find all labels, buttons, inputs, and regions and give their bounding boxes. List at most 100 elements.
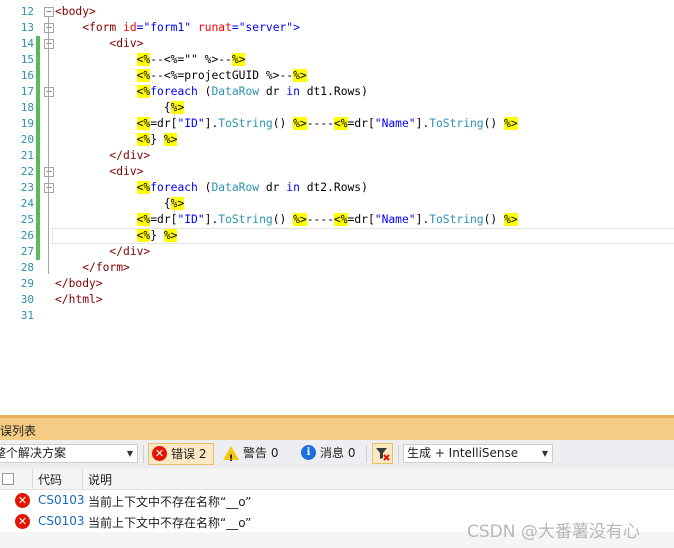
- error-description: 当前上下文中不存在名称“__o”: [88, 516, 252, 530]
- code-text: <form id="form1" runat="server">: [55, 20, 300, 36]
- error-icon: ✕: [152, 446, 167, 461]
- change-marker: [36, 116, 40, 132]
- code-line[interactable]: 23− <%foreach (DataRow dr in dt2.Rows): [0, 180, 674, 196]
- code-token: %>: [293, 69, 307, 82]
- code-text: <%} %>: [55, 228, 178, 244]
- code-token: %>: [504, 213, 518, 226]
- code-line[interactable]: 13− <form id="form1" runat="server">: [0, 20, 674, 36]
- code-token: <%: [136, 229, 151, 242]
- line-number: 29: [20, 277, 34, 290]
- table-row[interactable]: ✕ CS0103 当前上下文中不存在名称“__o”: [0, 490, 674, 511]
- code-line[interactable]: 12− <body>: [0, 4, 674, 20]
- code-text: {%>: [55, 196, 185, 212]
- code-line[interactable]: 29 </body>: [0, 276, 674, 292]
- warnings-filter-button[interactable]: ! 警告 0: [220, 443, 290, 465]
- code-editor[interactable]: 12−<body>13− <form id="form1" runat="ser…: [0, 0, 674, 415]
- error-list-title-bar[interactable]: 误列表: [0, 415, 674, 440]
- toolbar-divider: [143, 445, 144, 463]
- line-number: 20: [20, 133, 34, 146]
- error-code-link[interactable]: CS0103: [38, 514, 85, 528]
- code-token: (): [272, 117, 294, 130]
- code-line[interactable]: 22− <div>: [0, 164, 674, 180]
- code-token: >: [293, 21, 300, 34]
- code-line[interactable]: 19 <%=dr["ID"].ToString() %>----<%=dr["N…: [0, 116, 674, 132]
- code-token: ----: [306, 213, 334, 226]
- chevron-down-icon: ▼: [126, 449, 133, 458]
- column-header-description[interactable]: 说明: [88, 471, 112, 488]
- change-marker: [36, 244, 40, 260]
- code-token: foreach: [150, 85, 198, 98]
- line-number: 19: [20, 117, 34, 130]
- code-line[interactable]: 16 <%--<%=projectGUID %>--%>: [0, 68, 674, 84]
- code-token: "Name": [374, 213, 416, 226]
- warning-icon: !: [223, 445, 239, 464]
- change-marker: [36, 196, 40, 212]
- code-token: --<%=projectGUID %>--: [150, 69, 294, 82]
- collapse-icon[interactable]: −: [44, 167, 54, 177]
- line-number: 22: [20, 165, 34, 178]
- code-token: <div>: [109, 165, 144, 178]
- select-all-checkbox[interactable]: [2, 473, 14, 485]
- code-text: </form>: [55, 260, 130, 276]
- code-line[interactable]: 14− <div>: [0, 36, 674, 52]
- code-line[interactable]: 21 </div>: [0, 148, 674, 164]
- line-number: 12: [20, 5, 34, 18]
- code-token: ToString: [218, 117, 273, 130]
- code-line[interactable]: 28 </form>: [0, 260, 674, 276]
- code-token: (): [483, 213, 505, 226]
- code-token: DataRow: [211, 181, 260, 194]
- build-filter-dropdown[interactable]: 生成 + IntelliSense ▼: [403, 444, 553, 463]
- code-token: <body>: [55, 5, 96, 18]
- change-marker: [36, 52, 40, 68]
- collapse-icon[interactable]: −: [44, 7, 54, 17]
- code-token: <%: [136, 181, 151, 194]
- collapse-icon[interactable]: −: [44, 23, 54, 33]
- code-line[interactable]: 18 {%>: [0, 100, 674, 116]
- errors-filter-label: 错误 2: [171, 447, 207, 461]
- code-token: --<%="" %>--: [150, 53, 232, 66]
- code-token: %>: [231, 53, 246, 66]
- warnings-filter-label: 警告 0: [243, 446, 279, 460]
- change-marker: [36, 228, 40, 244]
- code-token: "Name": [374, 117, 416, 130]
- collapse-icon[interactable]: −: [44, 87, 54, 97]
- column-header-code[interactable]: 代码: [38, 471, 62, 488]
- line-number: 27: [20, 245, 34, 258]
- code-line[interactable]: 30 </html>: [0, 292, 674, 308]
- code-line[interactable]: 20 <%} %>: [0, 132, 674, 148]
- toolbar-divider: [398, 445, 399, 463]
- code-token: </html>: [55, 293, 103, 306]
- code-token: %>: [163, 229, 178, 242]
- code-token: foreach: [150, 181, 198, 194]
- build-filter-value: 生成 + IntelliSense: [407, 446, 519, 460]
- change-marker: [36, 68, 40, 84]
- line-number: 18: [20, 101, 34, 114]
- line-number: 16: [20, 69, 34, 82]
- scope-dropdown[interactable]: 整个解决方案 ▼: [0, 444, 138, 463]
- filter-button[interactable]: [372, 443, 393, 464]
- chevron-down-icon: ▼: [541, 449, 548, 458]
- code-line[interactable]: 17− <%foreach (DataRow dr in dt1.Rows): [0, 84, 674, 100]
- collapse-icon[interactable]: −: [44, 39, 54, 49]
- code-token: ----: [306, 117, 334, 130]
- code-token: in: [286, 181, 300, 194]
- error-code-link[interactable]: CS0103: [38, 493, 85, 507]
- code-line[interactable]: 15 <%--<%="" %>--%>: [0, 52, 674, 68]
- code-line[interactable]: 24 {%>: [0, 196, 674, 212]
- code-line[interactable]: 25 <%=dr["ID"].ToString() %>----<%=dr["N…: [0, 212, 674, 228]
- collapse-icon[interactable]: −: [44, 183, 54, 193]
- errors-filter-button[interactable]: ✕ 错误 2: [148, 443, 214, 465]
- code-line[interactable]: 31: [0, 308, 674, 324]
- line-number: 31: [20, 309, 34, 322]
- code-token: ].: [204, 117, 219, 130]
- code-token: =dr[: [347, 213, 375, 226]
- code-line[interactable]: 26 <%} %>: [0, 228, 674, 244]
- code-line[interactable]: 27 </div>: [0, 244, 674, 260]
- messages-filter-button[interactable]: i 消息 0: [298, 443, 364, 465]
- code-token: }: [150, 229, 164, 242]
- code-text: <%foreach (DataRow dr in dt1.Rows): [55, 84, 368, 100]
